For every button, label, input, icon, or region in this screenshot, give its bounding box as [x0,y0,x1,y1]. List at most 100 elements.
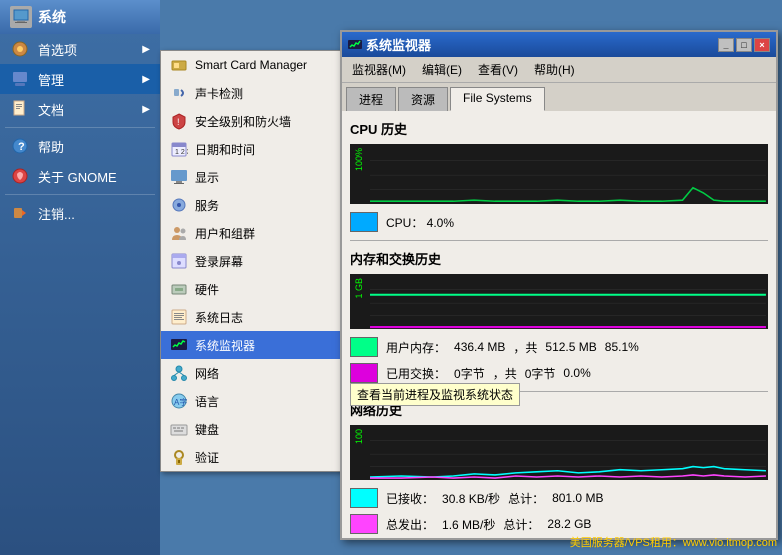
submenu-item-label: 安全级别和防火墙 [195,113,291,130]
submenu-auth[interactable]: 验证 [161,443,349,471]
memory-row-1: 用户内存： 436.4 MB ，共 512.5 MB 85.1% [350,337,768,357]
tab-filesystems[interactable]: File Systems [450,87,545,111]
svg-text:1 2 3: 1 2 3 [175,149,188,156]
menu-edit[interactable]: 编辑(E) [416,59,468,80]
menu-item-doc[interactable]: 文档 ▶ [0,94,160,124]
maximize-button[interactable]: □ [736,38,752,52]
security-icon: ! [169,111,189,131]
arrow-icon: ▶ [142,44,150,55]
submenu-item-label: 键盘 [195,421,219,438]
network-icon [169,363,189,383]
window-controls: _ □ × [718,38,770,52]
submenu-login[interactable]: 登录屏幕 [161,247,349,275]
submenu-display[interactable]: 显示 [161,163,349,191]
submenu-network[interactable]: 网络 [161,359,349,387]
keyboard-icon [169,419,189,439]
gnome-icon [10,166,30,186]
menu-item-help[interactable]: ? 帮助 [0,131,160,161]
menu-header: 系统 [0,0,160,34]
submenu-users[interactable]: 用户和组群 [161,219,349,247]
menu-item-label: 注销... [38,204,75,223]
menu-item-gnome[interactable]: 关于 GNOME [0,161,160,191]
recv-total: 801.0 MB [552,491,603,505]
submenu-item-label: 用户和组群 [195,225,255,242]
menu-view[interactable]: 查看(V) [472,59,524,80]
prefs-icon [10,39,30,59]
system-menu: 系统 首选项 ▶ 管理 ▶ 文档 ▶ ? 帮助 关于 GNOME [0,0,160,555]
cpu-stat-row: CPU： 4.0% [350,212,768,232]
login-icon [169,251,189,271]
auth-icon [169,447,189,467]
cpu-value: CPU： 4.0% [386,214,454,231]
menu-title: 系统 [38,7,66,27]
hardware-icon [169,279,189,299]
tab-process[interactable]: 进程 [346,87,396,111]
separator [5,127,155,128]
submenu-keyboard[interactable]: 键盘 [161,415,349,443]
tab-resources[interactable]: 资源 [398,87,448,111]
arrow-icon: ▶ [142,74,150,85]
users-icon [169,223,189,243]
cpu-section-title: CPU 历史 [350,119,768,138]
services-icon [169,195,189,215]
net-chart-label: 100 [354,429,364,444]
submenu-item-label: 服务 [195,197,219,214]
submenu-smartcard[interactable]: Smart Card Manager [161,51,349,79]
swap-percent: 0.0% [563,366,590,380]
recv-label: 已接收： [386,490,434,507]
submenu-datetime[interactable]: 1 2 3 日期和时间 [161,135,349,163]
system-icon [10,6,32,28]
window-title: 系统监视器 [366,35,431,54]
swap-value: 0字节 [454,365,485,382]
mem-chart-label: 1 GB [354,278,364,299]
close-button[interactable]: × [754,38,770,52]
sysmon-icon [169,335,189,355]
minimize-button[interactable]: _ [718,38,734,52]
send-total: 28.2 GB [547,517,591,531]
mem-total: 512.5 MB [545,340,596,354]
submenu-language[interactable]: A字 语言 [161,387,349,415]
submenu-item-label: 系统监视器 [195,337,255,354]
submenu-item-label: 网络 [195,365,219,382]
window-title-area: 系统监视器 [348,35,431,54]
submenu-hardware[interactable]: 硬件 [161,275,349,303]
submenu-syslog[interactable]: 系统日志 [161,303,349,331]
menu-item-label: 管理 [38,70,64,89]
network-chart: 100 [350,425,768,480]
mem-color [350,337,378,357]
net-row-1: 已接收： 30.8 KB/秒 总计： 801.0 MB [350,488,768,508]
window-titlebar: 系统监视器 _ □ × [342,32,776,57]
submenu-item-label: Smart Card Manager [195,58,307,72]
admin-submenu: Smart Card Manager 声卡检测 ! 安全级别和防火墙 1 2 3… [160,50,350,472]
submenu-audio[interactable]: 声卡检测 [161,79,349,107]
swap-color [350,363,378,383]
doc-icon [10,99,30,119]
menu-monitor[interactable]: 监视器(M) [346,59,412,80]
menu-item-logout[interactable]: 注销... [0,198,160,228]
separator [5,194,155,195]
send-color [350,514,378,534]
submenu-item-label: 声卡检测 [195,85,243,102]
logout-icon [10,203,30,223]
menu-item-prefs[interactable]: 首选项 ▶ [0,34,160,64]
recv-value: 30.8 KB/秒 [442,490,500,507]
watermark: 美国服务器/VPS租用：www.vio.itmop.com [570,534,777,550]
svg-text:!: ! [177,117,180,127]
submenu-services[interactable]: 服务 [161,191,349,219]
svg-text:?: ? [18,141,25,153]
submenu-item-label: 系统日志 [195,309,243,326]
submenu-security[interactable]: ! 安全级别和防火墙 [161,107,349,135]
menu-item-label: 文档 [38,100,64,119]
display-icon [169,167,189,187]
window-content: CPU 历史 100% CPU： 4.0% 内存和交换历史 1 GB [342,111,776,538]
submenu-sysmon[interactable]: 系统监视器 [161,331,349,359]
memory-chart: 1 GB [350,274,768,329]
window-icon [348,38,362,52]
recv-color [350,488,378,508]
submenu-item-label: 硬件 [195,281,219,298]
net-row-2: 总发出： 1.6 MB/秒 总计： 28.2 GB [350,514,768,534]
menu-help[interactable]: 帮助(H) [528,59,581,80]
swap-label: 已用交换： [386,365,446,382]
mem-value: 436.4 MB [454,340,505,354]
menu-item-admin[interactable]: 管理 ▶ [0,64,160,94]
